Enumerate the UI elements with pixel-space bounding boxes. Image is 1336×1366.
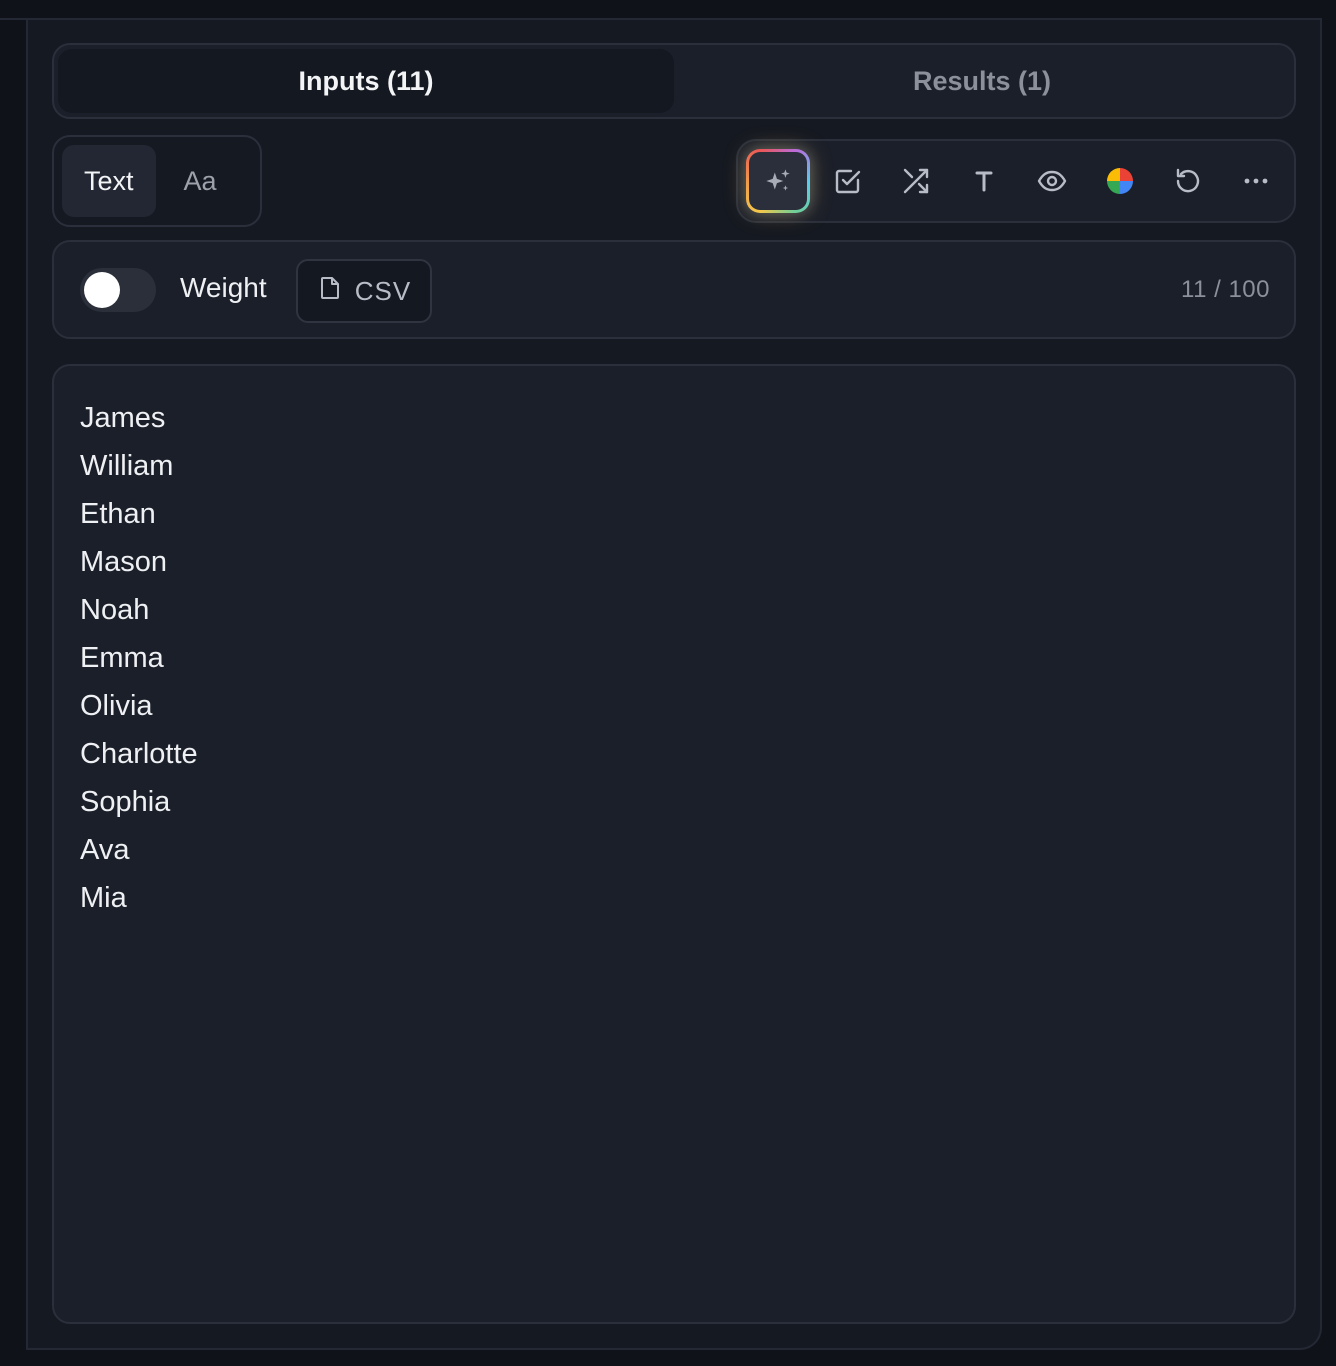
- checkbox-icon[interactable]: [814, 147, 882, 215]
- entry-count: 11 / 100: [1181, 276, 1270, 303]
- mode-text-button[interactable]: Text: [62, 145, 156, 217]
- tab-results[interactable]: Results (1): [674, 49, 1290, 113]
- more-icon[interactable]: [1222, 147, 1290, 215]
- csv-import-button[interactable]: CSV: [296, 259, 432, 323]
- eye-icon[interactable]: [1018, 147, 1086, 215]
- app-frame: Inputs (11) Results (1) Text Aa Weight C…: [0, 0, 1336, 1366]
- csv-label: CSV: [354, 275, 412, 306]
- input-mode-selector: Text Aa: [52, 135, 262, 227]
- tab-inputs[interactable]: Inputs (11): [58, 49, 674, 113]
- shuffle-icon[interactable]: [882, 147, 950, 215]
- panel-tabs: Inputs (11) Results (1): [52, 43, 1296, 119]
- entries-textarea[interactable]: James William Ethan Mason Noah Emma Oliv…: [52, 364, 1296, 1324]
- entry-line: Olivia: [80, 690, 153, 722]
- sparkles-icon: [749, 152, 807, 210]
- file-icon: [317, 275, 343, 308]
- entry-line: Noah: [80, 594, 150, 626]
- entry-line: James: [80, 402, 166, 434]
- entry-line: Ava: [80, 834, 130, 866]
- entry-toolbar: [736, 139, 1296, 223]
- entry-line: Charlotte: [80, 738, 198, 770]
- entry-line: Mason: [80, 546, 168, 578]
- reset-icon[interactable]: [1154, 147, 1222, 215]
- entry-line: Sophia: [80, 786, 171, 818]
- options-bar: Weight CSV 11 / 100: [52, 240, 1296, 339]
- entry-line: Ethan: [80, 498, 156, 530]
- entry-line: William: [80, 450, 174, 482]
- toggle-knob: [84, 272, 120, 308]
- entry-line: Emma: [80, 642, 164, 674]
- mode-case-button[interactable]: Aa: [162, 145, 239, 217]
- weight-label: Weight: [180, 272, 267, 303]
- ai-generate-button[interactable]: [746, 149, 810, 213]
- text-format-icon[interactable]: [950, 147, 1018, 215]
- color-wheel-icon[interactable]: [1086, 147, 1154, 215]
- entry-line: Mia: [80, 882, 127, 914]
- weight-toggle[interactable]: [80, 268, 156, 312]
